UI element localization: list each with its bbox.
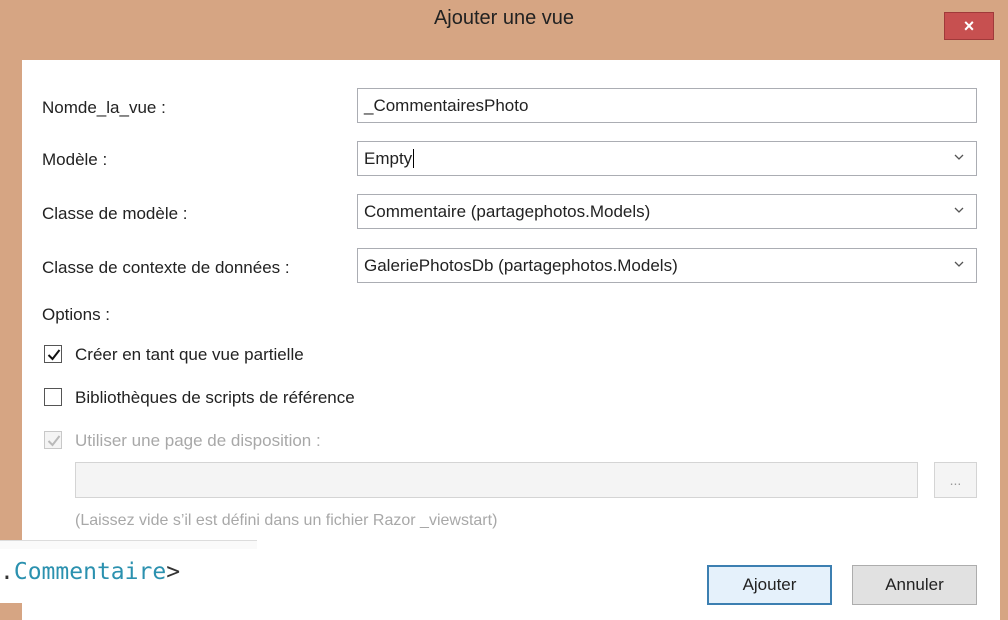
add-button-label: Ajouter [742,575,797,594]
checkmark-icon [47,349,61,361]
template-value: Empty [364,148,413,168]
cancel-button-label: Annuler [885,575,944,594]
browse-label: ... [949,472,962,488]
chevron-down-icon [954,261,964,267]
add-button[interactable]: Ajouter [707,565,832,605]
layout-hint: (Laissez vide s’il est défini dans un fi… [75,512,498,529]
layout-page-label: Utiliser une page de disposition : [75,431,321,450]
browse-button: ... [934,462,977,498]
close-icon: × [963,15,975,36]
dialog-window: Ajouter une vue × Nomde_la_vue : _Commen… [0,0,1008,620]
options-heading: Options : [42,305,111,324]
model-class-label: Classe de modèle : [42,204,188,223]
code-dot: . [0,559,14,585]
code-closing-bracket: > [166,559,181,585]
template-dropdown[interactable]: Empty [357,141,977,176]
layout-path-input [75,462,918,498]
dialog-body: Nomde_la_vue : _CommentairesPhoto Modèle… [22,60,1000,620]
cancel-button[interactable]: Annuler [852,565,977,605]
model-class-value: Commentaire (partagephotos.Models) [364,201,651,221]
chevron-down-icon [954,154,964,160]
close-button[interactable]: × [944,12,994,40]
data-context-dropdown[interactable]: GaleriePhotosDb (partagephotos.Models) [357,248,977,283]
code-editor-fragment: . Commentaire > [0,540,257,603]
code-type-name: Commentaire [13,559,167,585]
model-class-dropdown[interactable]: Commentaire (partagephotos.Models) [357,194,977,229]
script-libraries-checkbox[interactable] [44,388,62,406]
text-cursor [413,149,415,168]
view-name-input[interactable]: _CommentairesPhoto [357,88,977,123]
code-line: . Commentaire > [0,555,180,589]
title-bar: Ajouter une vue × [0,0,1008,40]
checkmark-icon [47,435,61,447]
data-context-value: GaleriePhotosDb (partagephotos.Models) [364,255,678,275]
editor-strip [0,541,257,549]
view-name-value: _CommentairesPhoto [364,95,529,115]
view-name-label: Nomde_la_vue : [42,98,166,117]
dialog-title: Ajouter une vue [433,6,575,29]
partial-view-label[interactable]: Créer en tant que vue partielle [75,345,304,365]
partial-view-checkbox[interactable] [44,345,62,363]
template-label: Modèle : [42,150,108,169]
layout-page-checkbox [44,431,62,449]
script-libraries-label[interactable]: Bibliothèques de scripts de référence [75,388,355,408]
chevron-down-icon [954,207,964,213]
data-context-label: Classe de contexte de données : [42,258,290,277]
